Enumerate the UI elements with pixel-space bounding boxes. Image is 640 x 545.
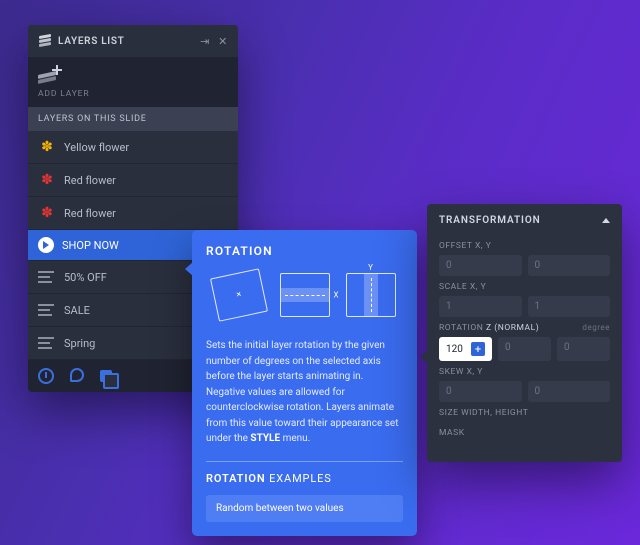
skew-x-input[interactable]: 0: [439, 381, 522, 402]
mask-group: MASK: [427, 424, 622, 444]
text-icon: [38, 301, 56, 319]
layer-row[interactable]: ✽ Red flower: [28, 164, 238, 197]
rotation-x-input[interactable]: 0: [498, 337, 551, 361]
rotation-diagrams: [206, 268, 403, 322]
layer-label: Red flower: [64, 174, 116, 187]
collapse-icon: [602, 218, 610, 223]
transformation-panel: TRANSFORMATION OFFSET X, Y 0 0 SCALE X, …: [427, 204, 622, 462]
rotation-y-diagram: [346, 273, 396, 317]
rotation-z-input[interactable]: 120 +: [439, 337, 492, 361]
rotation-examples-heading: ROTATION EXAMPLES: [206, 472, 403, 485]
rotation-y-input[interactable]: 0: [557, 337, 610, 361]
offset-x-input[interactable]: 0: [439, 255, 522, 276]
rotation-x-diagram: [280, 273, 330, 317]
rotation-example-button[interactable]: Random between two values: [206, 495, 403, 522]
layer-label: SHOP NOW: [62, 239, 119, 252]
duplicate-icon[interactable]: [100, 370, 112, 382]
scale-group: SCALE X, Y 1 1: [427, 278, 622, 319]
layer-label: Spring: [64, 337, 95, 350]
layers-panel-title: LAYERS LIST: [58, 36, 125, 47]
flower-icon: ✽: [38, 138, 56, 156]
rotation-description: Sets the initial layer rotation by the g…: [206, 338, 403, 447]
rotation-group: ROTATION Z (NORMAL) degree 120 + 0 0: [427, 319, 622, 363]
scale-y-input[interactable]: 1: [528, 296, 611, 317]
skew-y-input[interactable]: 0: [528, 381, 611, 402]
flower-icon: ✽: [38, 171, 56, 189]
skew-group: SKEW X, Y 0 0: [427, 363, 622, 404]
pin-icon[interactable]: ⇥: [200, 35, 210, 48]
transformation-title: TRANSFORMATION: [439, 215, 541, 226]
add-layer-label: ADD LAYER: [38, 89, 228, 99]
layers-icon: [38, 34, 52, 48]
magnet-icon[interactable]: [70, 368, 84, 382]
flower-icon: ✽: [38, 204, 56, 222]
layer-label: Red flower: [64, 207, 116, 220]
layer-label: Yellow flower: [64, 141, 129, 154]
layers-section-header: LAYERS ON THIS SLIDE: [28, 107, 238, 131]
plus-icon[interactable]: +: [471, 342, 485, 356]
layers-panel-header: LAYERS LIST ⇥ ✕: [28, 25, 238, 57]
close-icon[interactable]: ✕: [218, 35, 228, 48]
size-group: SIZE WIDTH, HEIGHT: [427, 404, 622, 424]
divider: [206, 461, 403, 462]
text-icon: [38, 334, 56, 352]
layer-label: SALE: [64, 304, 90, 317]
rotation-tooltip: ROTATION Sets the initial layer rotation…: [192, 230, 417, 536]
rotation-z-diagram: [209, 268, 267, 321]
layer-row[interactable]: ✽ Yellow flower: [28, 131, 238, 164]
add-layer-button[interactable]: ADD LAYER: [28, 57, 238, 107]
offset-y-input[interactable]: 0: [528, 255, 611, 276]
transformation-header[interactable]: TRANSFORMATION: [427, 204, 622, 237]
text-icon: [38, 268, 56, 286]
layer-row[interactable]: ✽ Red flower: [28, 197, 238, 230]
scale-x-input[interactable]: 1: [439, 296, 522, 317]
history-icon[interactable]: [38, 368, 54, 384]
layer-label: 50% OFF: [64, 271, 107, 284]
rotation-title: ROTATION: [206, 244, 403, 258]
offset-group: OFFSET X, Y 0 0: [427, 237, 622, 278]
play-icon: [38, 237, 54, 253]
